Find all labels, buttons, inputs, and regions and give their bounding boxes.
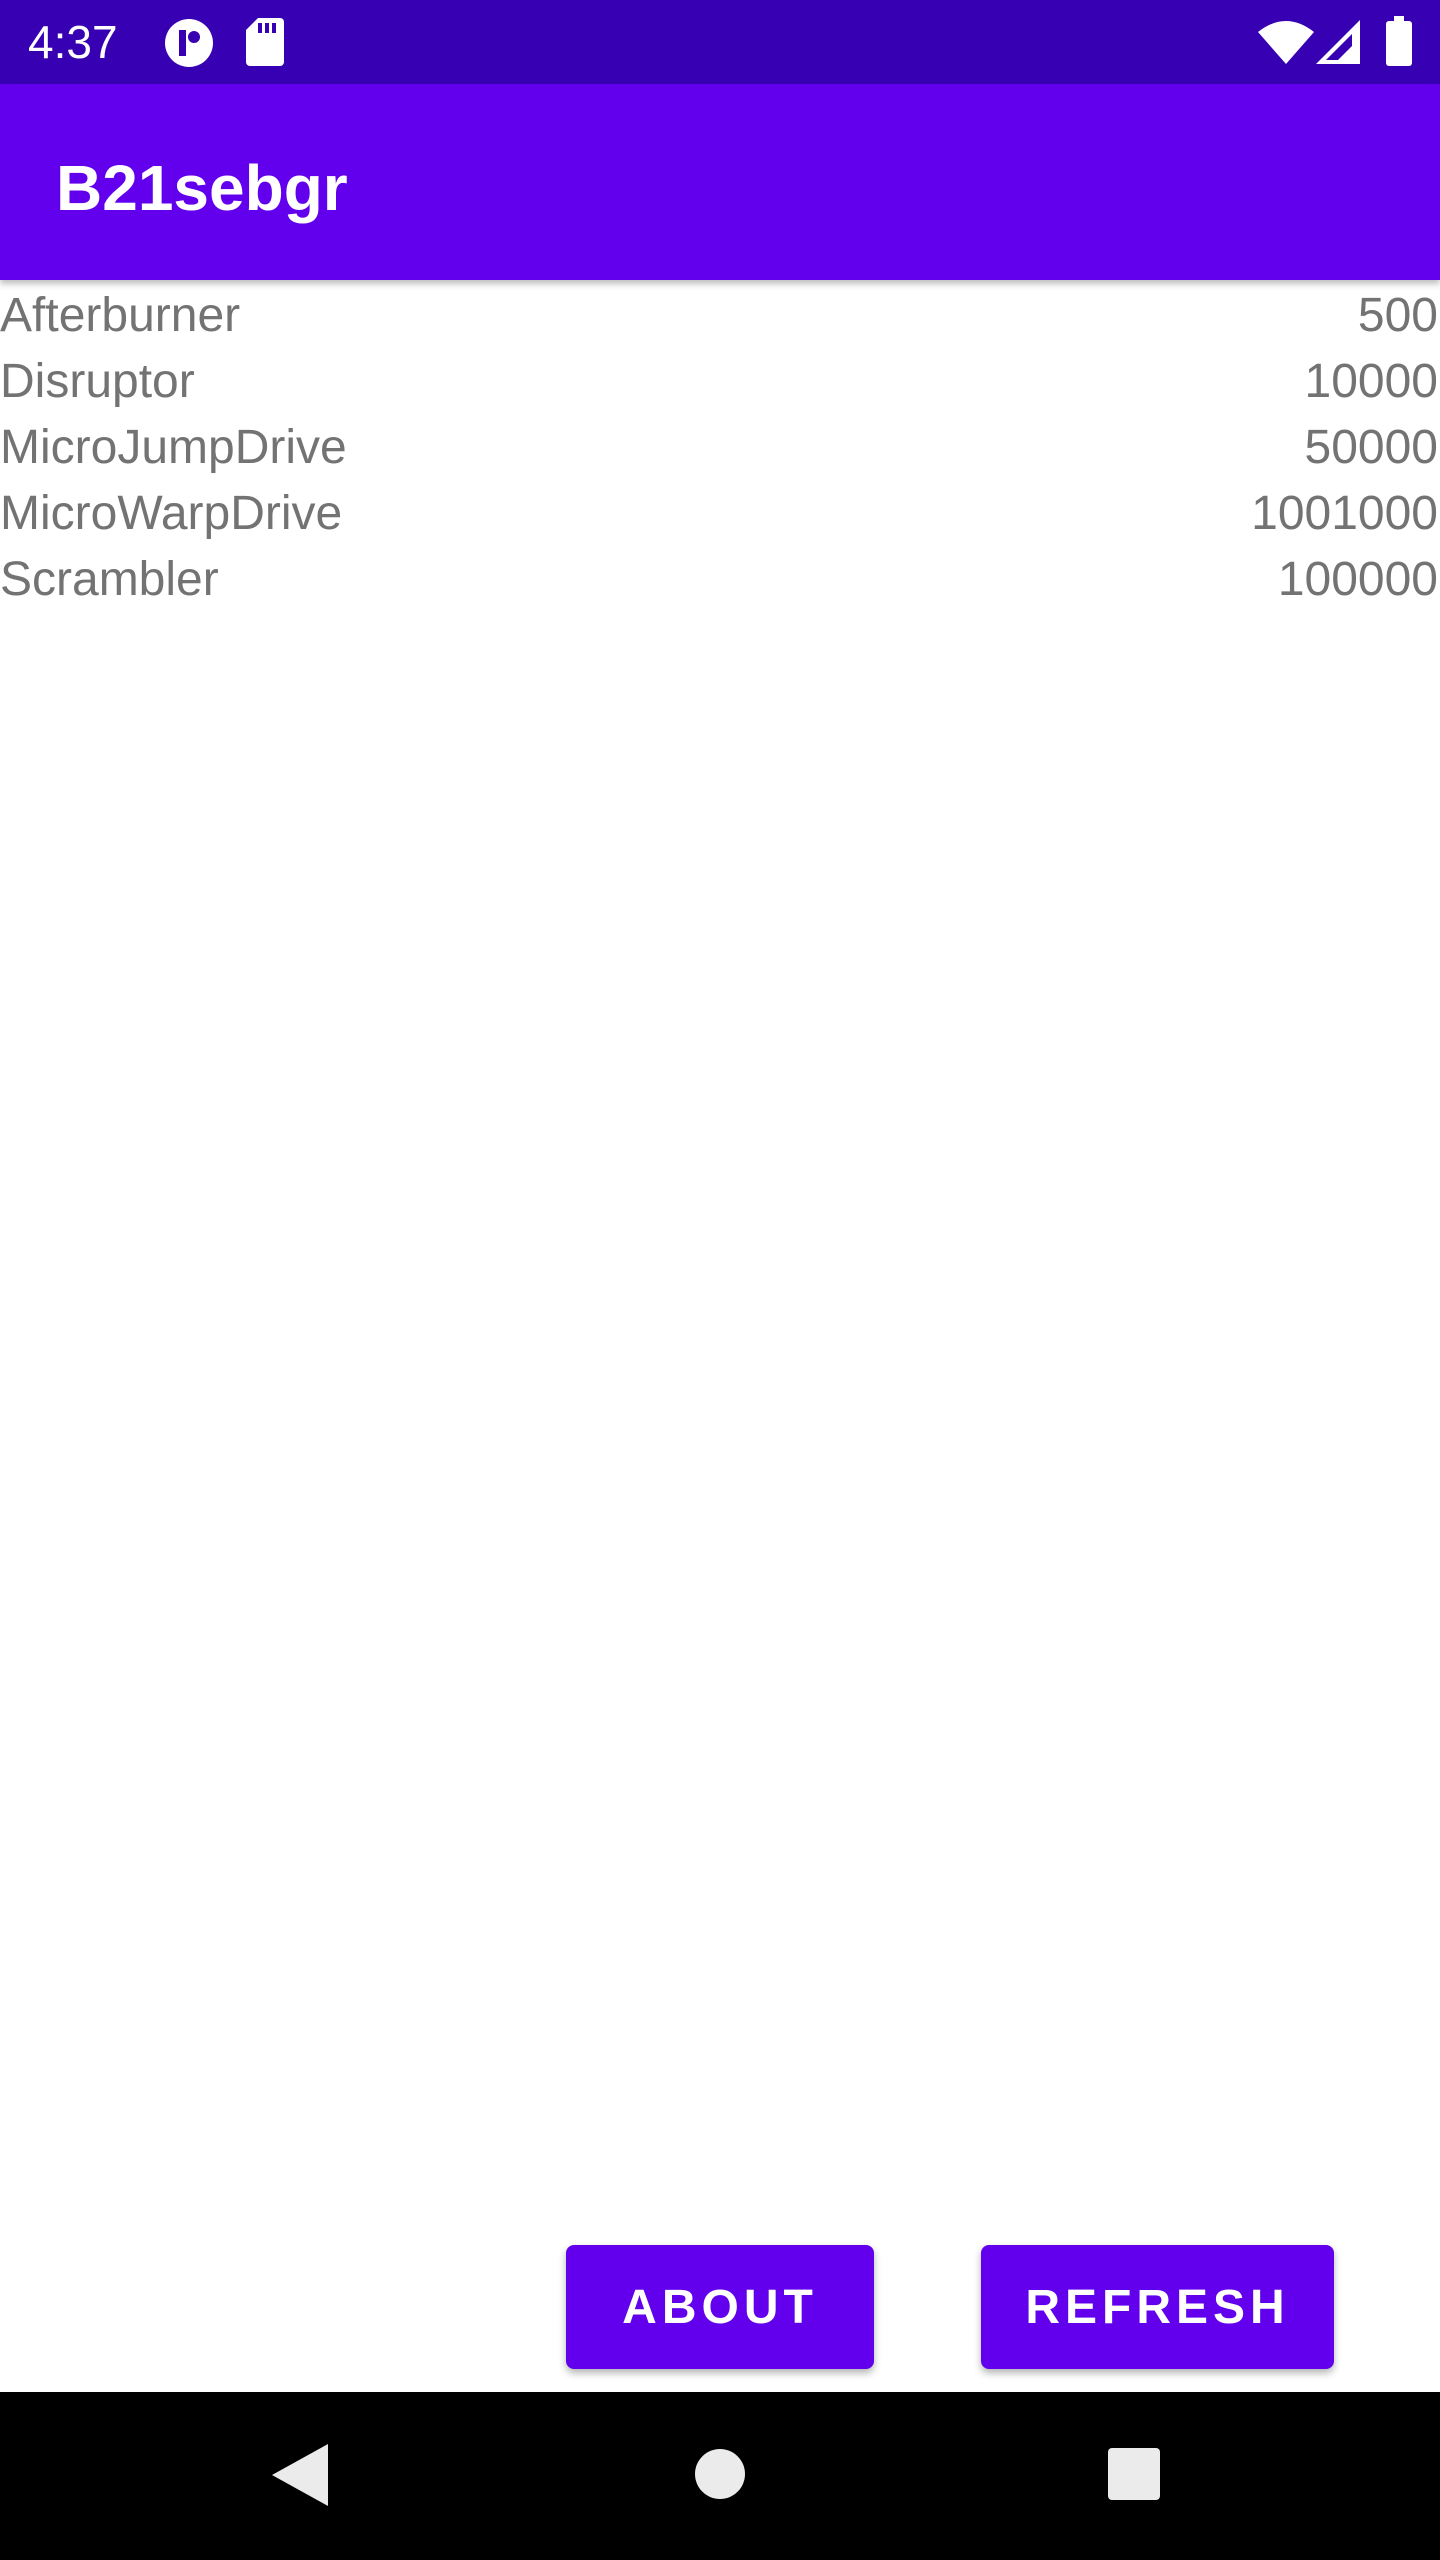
item-value: 500 (1357, 289, 1438, 342)
cell-signal-icon (1316, 20, 1360, 69)
item-value: 100000 (1277, 553, 1438, 606)
refresh-button[interactable]: REFRESH (981, 2245, 1334, 2369)
screen: 4:37 B21sebgr Afterburner 500 Disruptor … (0, 0, 1440, 2560)
app-bar: B21sebgr (0, 84, 1440, 280)
item-value: 10000 (1304, 355, 1438, 408)
recents-icon[interactable] (1108, 2448, 1160, 2505)
app-notification-icon (164, 18, 214, 73)
wifi-icon (1258, 20, 1314, 69)
item-list: Afterburner 500 Disruptor 10000 MicroJum… (0, 285, 1440, 615)
navigation-bar (0, 2392, 1440, 2560)
sd-card-icon (246, 18, 284, 71)
item-name: Disruptor (0, 355, 195, 408)
item-name: MicroWarpDrive (0, 487, 343, 540)
battery-icon (1386, 16, 1412, 71)
status-bar: 4:37 (0, 0, 1440, 84)
item-name: Scrambler (0, 553, 219, 606)
back-icon[interactable] (272, 2444, 328, 2511)
item-name: MicroJumpDrive (0, 421, 347, 474)
item-name: Afterburner (0, 289, 241, 342)
list-item[interactable]: MicroWarpDrive 1001000 (0, 483, 1440, 549)
list-item[interactable]: Disruptor 10000 (0, 351, 1440, 417)
list-item[interactable]: MicroJumpDrive 50000 (0, 417, 1440, 483)
item-value: 1001000 (1251, 487, 1438, 540)
app-title: B21sebgr (56, 152, 348, 224)
home-icon[interactable] (694, 2448, 746, 2505)
status-time: 4:37 (28, 16, 118, 68)
list-item[interactable]: Afterburner 500 (0, 285, 1440, 351)
item-value: 50000 (1304, 421, 1438, 474)
list-item[interactable]: Scrambler 100000 (0, 549, 1440, 615)
about-button[interactable]: ABOUT (566, 2245, 874, 2369)
